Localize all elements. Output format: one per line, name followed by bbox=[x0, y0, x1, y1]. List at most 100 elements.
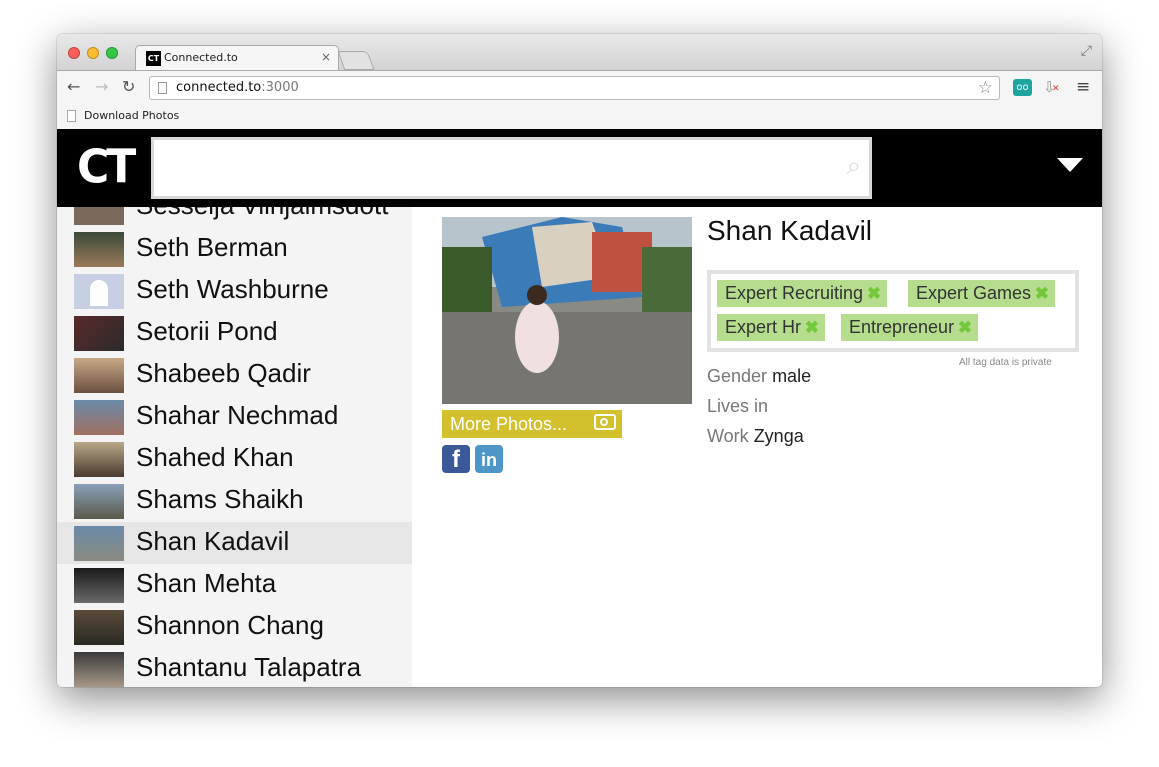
list-item[interactable]: Sesselja Vilhjálmsdótt bbox=[57, 207, 412, 228]
linkedin-icon[interactable]: in bbox=[475, 445, 503, 473]
tab-close-icon[interactable]: × bbox=[321, 50, 331, 64]
list-item[interactable]: Shannon Chang bbox=[57, 606, 412, 648]
page-icon bbox=[158, 82, 167, 94]
profile-name: Shan Kadavil bbox=[707, 215, 873, 246]
url-text[interactable]: connected.to:3000 bbox=[176, 80, 299, 95]
ct-logo[interactable]: CT bbox=[77, 140, 136, 197]
tag-label: Expert Recruiting bbox=[725, 283, 864, 303]
lives-row: Lives in bbox=[707, 396, 768, 417]
avatar bbox=[74, 400, 124, 435]
tag-expert-hr: Expert Hr ✖ bbox=[717, 314, 826, 341]
new-tab-button[interactable] bbox=[337, 51, 375, 70]
gender-row: Gender male bbox=[707, 366, 811, 387]
list-item-name: Shahed Khan bbox=[136, 442, 294, 472]
list-item-name: Sesselja Vilhjálmsdótt bbox=[136, 207, 388, 221]
gender-value: male bbox=[772, 366, 812, 386]
remove-tag-icon[interactable]: ✖ bbox=[805, 314, 819, 341]
avatar bbox=[74, 526, 124, 561]
facebook-icon[interactable]: f bbox=[442, 445, 470, 473]
search-icon[interactable]: ⌕ bbox=[846, 151, 861, 182]
avatar bbox=[74, 442, 124, 477]
list-item[interactable]: Shahed Khan bbox=[57, 438, 412, 480]
list-item[interactable]: Shabeeb Qadir bbox=[57, 354, 412, 396]
list-item[interactable]: Shan Kadavil bbox=[57, 522, 412, 564]
tags-box: Expert Recruiting ✖ Expert Games ✖ Exper… bbox=[707, 270, 1079, 352]
list-item[interactable]: Shahar Nechmad bbox=[57, 396, 412, 438]
avatar bbox=[74, 358, 124, 393]
download-extension-icon[interactable]: ⇩ ✕ bbox=[1043, 78, 1060, 96]
tag-expert-games: Expert Games ✖ bbox=[908, 280, 1056, 307]
list-item-name: Shabeeb Qadir bbox=[136, 358, 311, 388]
url-host: connected.to bbox=[176, 80, 262, 95]
back-arrow-icon[interactable]: ← bbox=[67, 77, 80, 96]
search-input[interactable]: ⌕ bbox=[151, 137, 872, 199]
remove-tag-icon[interactable]: ✖ bbox=[1035, 280, 1049, 307]
lives-label: Lives in bbox=[707, 396, 769, 416]
forward-arrow-icon[interactable]: → bbox=[95, 77, 108, 96]
list-item[interactable]: Seth Berman bbox=[57, 228, 412, 270]
avatar bbox=[74, 568, 124, 603]
close-window-button[interactable] bbox=[68, 47, 80, 59]
avatar bbox=[74, 652, 124, 687]
bookmarks-bar: Download Photos bbox=[57, 104, 1102, 129]
bookmark-download-photos[interactable]: Download Photos bbox=[84, 109, 179, 122]
list-item-name: Shannon Chang bbox=[136, 610, 324, 640]
bookmark-page-icon bbox=[67, 110, 76, 122]
tag-expert-recruiting: Expert Recruiting ✖ bbox=[717, 280, 888, 307]
tab-strip: CT Connected.to × ⤢ bbox=[57, 34, 1102, 71]
list-item-name: Shan Kadavil bbox=[136, 526, 290, 556]
avatar bbox=[74, 484, 124, 519]
fullscreen-icon[interactable]: ⤢ bbox=[1081, 43, 1092, 59]
avatar bbox=[74, 610, 124, 645]
avatar bbox=[74, 316, 124, 351]
profile-photo[interactable] bbox=[442, 217, 692, 404]
tab-connected-to[interactable]: CT Connected.to × bbox=[135, 45, 339, 71]
menu-icon[interactable]: ≡ bbox=[1076, 77, 1090, 97]
list-item[interactable]: Shantanu Talapatra bbox=[57, 648, 412, 687]
bookmark-star-icon[interactable]: ☆ bbox=[978, 78, 993, 98]
remove-tag-icon[interactable]: ✖ bbox=[958, 314, 972, 341]
remove-tag-icon[interactable]: ✖ bbox=[867, 280, 881, 307]
work-row: Work Zynga bbox=[707, 426, 804, 447]
zoom-window-button[interactable] bbox=[106, 47, 118, 59]
list-item[interactable]: Shan Mehta bbox=[57, 564, 412, 606]
dropdown-caret-icon[interactable] bbox=[1057, 158, 1083, 172]
list-item-name: Shams Shaikh bbox=[136, 484, 304, 514]
minimize-window-button[interactable] bbox=[87, 47, 99, 59]
list-item-name: Setorii Pond bbox=[136, 316, 278, 346]
list-item-name: Shahar Nechmad bbox=[136, 400, 339, 430]
work-label: Work bbox=[707, 426, 749, 446]
tag-label: Expert Hr bbox=[725, 317, 802, 337]
browser-toolbar: ← → ↻ connected.to:3000 ☆ oo ⇩ ✕ ≡ bbox=[57, 70, 1102, 105]
people-list: Sesselja Vilhjálmsdótt Seth Berman Seth … bbox=[57, 207, 412, 687]
avatar bbox=[74, 274, 124, 309]
reload-icon[interactable]: ↻ bbox=[122, 77, 135, 96]
error-x-icon: ✕ bbox=[1052, 84, 1060, 94]
list-item-name: Shan Mehta bbox=[136, 568, 277, 598]
tag-label: Entrepreneur bbox=[849, 317, 955, 337]
list-item-name: Seth Berman bbox=[136, 232, 288, 262]
site-header: CT ⌕ bbox=[57, 129, 1102, 207]
list-item-name: Seth Washburne bbox=[136, 274, 329, 304]
address-bar[interactable]: connected.to:3000 ☆ bbox=[149, 76, 1000, 100]
more-photos-label: More Photos... bbox=[450, 414, 568, 434]
browser-window: CT Connected.to × ⤢ ← → ↻ connected.to:3… bbox=[57, 34, 1102, 687]
tag-entrepreneur: Entrepreneur ✖ bbox=[841, 314, 979, 341]
avatar bbox=[74, 207, 124, 225]
list-item[interactable]: Shams Shaikh bbox=[57, 480, 412, 522]
camera-icon bbox=[594, 414, 616, 430]
work-value: Zynga bbox=[753, 426, 804, 446]
list-item-name: Shantanu Talapatra bbox=[136, 652, 362, 682]
extension-voicemail-icon[interactable]: oo bbox=[1013, 79, 1032, 96]
list-item[interactable]: Seth Washburne bbox=[57, 270, 412, 312]
more-photos-button[interactable]: More Photos... bbox=[442, 410, 622, 438]
ct-favicon-icon: CT bbox=[146, 51, 161, 66]
tab-title: Connected.to bbox=[164, 51, 238, 64]
avatar bbox=[74, 232, 124, 267]
window-controls bbox=[68, 47, 118, 59]
gender-label: Gender bbox=[707, 366, 768, 386]
tag-label: Expert Games bbox=[916, 283, 1032, 303]
list-item[interactable]: Setorii Pond bbox=[57, 312, 412, 354]
privacy-note: All tag data is private bbox=[959, 357, 1052, 368]
url-port: :3000 bbox=[261, 80, 299, 95]
